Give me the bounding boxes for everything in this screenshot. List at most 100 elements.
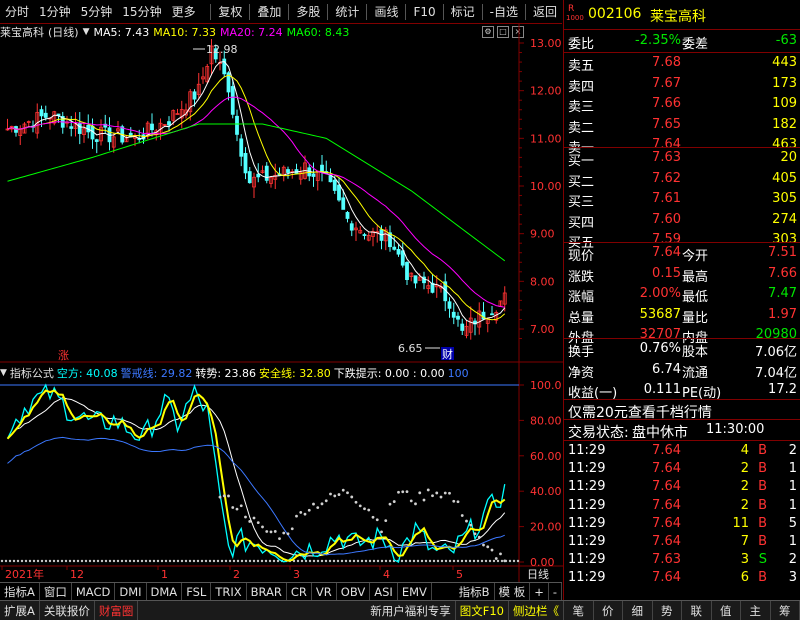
baseline-dot bbox=[468, 559, 472, 563]
baseline-dot bbox=[256, 559, 260, 563]
tick-price: 7.64 bbox=[652, 443, 681, 458]
xiadie-dot bbox=[265, 530, 269, 533]
baseline-dot bbox=[68, 559, 72, 563]
indicator-tab-13[interactable]: 指标B bbox=[455, 582, 495, 601]
tick-row: 11:29 7.64 2 B 1 bbox=[564, 477, 800, 495]
weicha-value: -63 bbox=[775, 33, 797, 48]
baseline-dot bbox=[296, 559, 300, 563]
stat2-label: 股本 bbox=[682, 345, 709, 360]
tick-count: 1 bbox=[788, 461, 797, 477]
indicator-tab-6[interactable]: TRIX bbox=[211, 582, 247, 601]
buy-row-3: 买三 7.61 305 bbox=[564, 189, 800, 210]
xiadie-dot bbox=[452, 499, 456, 503]
side-tab-1[interactable]: 价 bbox=[594, 600, 623, 620]
weibi-row: 委比 -2.35% 委差 -63 bbox=[564, 31, 800, 52]
status-right-0[interactable]: 图文F10 bbox=[456, 600, 509, 620]
candle-body bbox=[341, 197, 346, 210]
baseline-dot bbox=[452, 559, 456, 563]
baseline-dot bbox=[368, 559, 372, 563]
baseline-dot bbox=[240, 559, 244, 563]
buy-label: 买一 bbox=[568, 154, 595, 169]
trade-status-label: 交易状态: bbox=[568, 425, 629, 441]
candle-body bbox=[456, 315, 460, 320]
status-left-1[interactable]: 关联报价 bbox=[40, 600, 95, 620]
baseline-dot bbox=[184, 559, 188, 563]
indicator-tab-3[interactable]: DMI bbox=[115, 582, 147, 601]
stat-row-1: 涨跌 0.15 最高 7.66 bbox=[564, 264, 800, 285]
indicator-tab-2[interactable]: MACD bbox=[72, 582, 116, 601]
tick-time: 11:29 bbox=[568, 570, 606, 586]
baseline-dot bbox=[144, 559, 148, 563]
indicator-tab-14[interactable]: 模 板 bbox=[495, 582, 531, 601]
stat-label: 涨幅 bbox=[568, 290, 595, 305]
candle-body bbox=[235, 115, 239, 135]
candle-body bbox=[392, 246, 397, 250]
indicator-tab-8[interactable]: CR bbox=[287, 582, 312, 601]
indicator-tab-0[interactable]: 指标A bbox=[0, 582, 40, 601]
stat-row-3: 总量 53687 量比 1.97 bbox=[564, 305, 800, 326]
side-tab-2[interactable]: 细 bbox=[623, 600, 653, 620]
buy-label: 买三 bbox=[568, 195, 595, 210]
indicator-tab-4[interactable]: DMA bbox=[147, 582, 183, 601]
status-bar: 扩展A 关联报价 财富圈 新用户福利专享 图文F10 侧边栏《笔价细势联值主筹 bbox=[0, 600, 800, 620]
xiadie-label: 下跌提示: 0.00 : 0.00 bbox=[333, 367, 445, 380]
indicator-tab-10[interactable]: OBV bbox=[337, 582, 371, 601]
sell-label: 卖三 bbox=[568, 100, 595, 115]
indicator-tab-12[interactable]: EMV bbox=[398, 582, 432, 601]
side-tab-7[interactable]: 筹 bbox=[771, 600, 800, 620]
status-left-0[interactable]: 扩展A bbox=[0, 600, 40, 620]
sell-label: 卖五 bbox=[568, 59, 595, 74]
stat-label: 最低 bbox=[682, 290, 709, 305]
stat-label: 最高 bbox=[682, 269, 709, 285]
sell-row-5: 卖五 7.68 443 bbox=[564, 53, 800, 74]
sell-row-2: 卖二 7.65 182 bbox=[564, 115, 800, 136]
baseline-dot bbox=[264, 559, 268, 563]
xiadie-dot bbox=[316, 506, 320, 510]
xiadie-dot bbox=[341, 488, 345, 492]
sell-volume: 173 bbox=[772, 75, 797, 91]
baseline-dot bbox=[96, 559, 100, 563]
tick-side: B bbox=[758, 515, 767, 531]
stat-value: 7.51 bbox=[768, 245, 797, 260]
chevron-down-icon[interactable]: ▼ bbox=[0, 368, 7, 378]
baseline-dot bbox=[412, 559, 416, 563]
indicator-tab-15[interactable]: + bbox=[530, 582, 549, 601]
side-tab-4[interactable]: 联 bbox=[682, 600, 712, 620]
indicator-tab-16[interactable]: - bbox=[549, 582, 562, 601]
side-tab-3[interactable]: 势 bbox=[653, 600, 682, 620]
baseline-dot bbox=[84, 559, 88, 563]
trade-status-row: 交易状态: 盘中休市 11:30:00 bbox=[564, 420, 800, 441]
sell-price: 7.66 bbox=[652, 96, 681, 111]
baseline-dot bbox=[228, 559, 232, 563]
baseline-dot bbox=[320, 559, 324, 563]
tick-side: B bbox=[758, 534, 767, 549]
indicator-tab-7[interactable]: BRAR bbox=[247, 582, 287, 601]
baseline-dot bbox=[252, 559, 256, 563]
xiadie-dot bbox=[465, 519, 468, 523]
tick-volume: 6 bbox=[740, 570, 749, 586]
stat-label: 今开 bbox=[682, 249, 709, 264]
tick-row: 11:29 7.63 3 S 2 bbox=[564, 550, 800, 568]
tick-time: 11:29 bbox=[568, 515, 606, 531]
stat-value: 7.64 bbox=[652, 245, 681, 260]
indicator-tab-5[interactable]: FSL bbox=[182, 582, 212, 601]
candle-body bbox=[243, 152, 248, 174]
weibi-value: -2.35% bbox=[635, 33, 681, 48]
xiadie-dot bbox=[239, 504, 243, 508]
indicator-tab-11[interactable]: ASI bbox=[370, 582, 398, 601]
indicator-tab-1[interactable]: 窗口 bbox=[40, 582, 72, 601]
tick-side: B bbox=[758, 497, 767, 513]
xiadie-dot bbox=[248, 520, 252, 523]
side-tab-0[interactable]: 笔 bbox=[564, 600, 594, 620]
baseline-dot bbox=[352, 559, 356, 563]
baseline-dot bbox=[348, 559, 352, 563]
kline-chart[interactable]: 13.00 12.00 11.00 10.00 9.00 8.00 7.00 12.98 6.6… bbox=[0, 0, 563, 582]
news-ticker[interactable]: 新用户福利专享 bbox=[366, 600, 456, 620]
status-right-1[interactable]: 侧边栏《 bbox=[509, 600, 564, 620]
indicator-tab-9[interactable]: VR bbox=[312, 582, 337, 601]
status-left-2[interactable]: 财富圈 bbox=[95, 600, 139, 620]
tick-time: 11:29 bbox=[568, 461, 606, 477]
side-tab-5[interactable]: 值 bbox=[712, 600, 741, 620]
baseline-dot bbox=[336, 559, 340, 563]
side-tab-6[interactable]: 主 bbox=[741, 600, 771, 620]
